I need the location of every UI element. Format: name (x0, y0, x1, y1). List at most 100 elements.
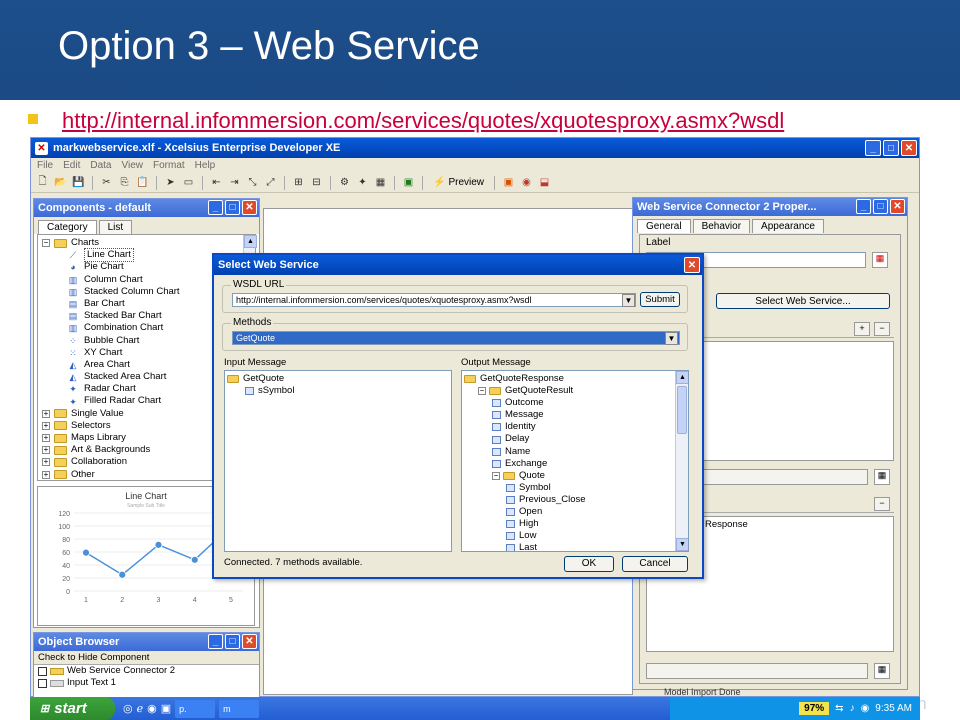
input-node-ssymbol[interactable]: sSymbol (227, 385, 449, 397)
output-node[interactable]: − GetQuoteResult (464, 385, 686, 397)
app-launch-icon[interactable]: ▣ (161, 702, 171, 715)
output-node[interactable]: Identity (464, 421, 686, 433)
ob-close-button[interactable]: ✕ (242, 634, 257, 649)
volume-icon[interactable]: ♪ (850, 703, 855, 714)
paste-icon[interactable]: 📋 (135, 175, 150, 190)
menu-view[interactable]: View (121, 160, 143, 171)
output-node[interactable]: Symbol (464, 482, 686, 494)
menu-file[interactable]: File (37, 160, 53, 171)
minimize-button[interactable]: _ (865, 140, 881, 156)
ob-minimize-button[interactable]: _ (208, 634, 223, 649)
output-node[interactable]: Outcome (464, 397, 686, 409)
expand-icon[interactable]: + (42, 446, 50, 455)
menu-format[interactable]: Format (153, 160, 185, 171)
collapse-icon[interactable]: − (42, 239, 50, 248)
chart-icon[interactable]: ▦ (373, 175, 388, 190)
wsdl-link[interactable]: http://internal.infommersion.com/service… (62, 108, 784, 134)
hide-checkbox[interactable] (38, 678, 47, 688)
expand-icon[interactable]: + (42, 434, 50, 443)
web-service-icon[interactable]: ⚙ (337, 175, 352, 190)
expand-icon[interactable]: + (42, 458, 50, 467)
ob-item[interactable]: Input Text 1 (38, 677, 255, 689)
new-icon[interactable]: 🗋 (35, 175, 50, 190)
components-maximize-button[interactable]: □ (225, 200, 240, 215)
wsc-close-button[interactable]: ✕ (890, 199, 905, 214)
scroll-up-icon[interactable]: ▲ (676, 371, 688, 384)
output-cell-field[interactable] (646, 663, 868, 679)
media-icon[interactable]: ◉ (147, 702, 157, 715)
menu-help[interactable]: Help (195, 160, 216, 171)
network-icon[interactable]: ⇆ (835, 703, 843, 714)
group-icon[interactable]: ⊞ (291, 175, 306, 190)
ok-button[interactable]: OK (564, 556, 614, 572)
cell-select-icon[interactable]: ▦ (874, 469, 890, 485)
tab-general[interactable]: General (637, 219, 691, 233)
input-node-getquote[interactable]: GetQuote (227, 373, 449, 385)
open-icon[interactable]: 📂 (53, 175, 68, 190)
wsdl-dropdown-icon[interactable]: ▼ (622, 294, 635, 307)
ob-item[interactable]: Web Service Connector 2 (38, 665, 255, 677)
cell-select-icon[interactable]: ▦ (872, 252, 888, 268)
scroll-thumb[interactable] (677, 386, 687, 434)
explorer-icon[interactable]: ◎ (123, 702, 133, 715)
cancel-button[interactable]: Cancel (622, 556, 688, 572)
wsdl-url-field[interactable]: http://internal.infommersion.com/service… (232, 293, 636, 307)
output-node[interactable]: Message (464, 409, 686, 421)
resize-icon[interactable]: ⤡ (245, 175, 260, 190)
remove-icon[interactable]: − (874, 322, 890, 336)
input-message-tree[interactable]: GetQuote sSymbol (224, 370, 452, 552)
taskbar-item-xcelsius[interactable]: m (219, 699, 260, 718)
menu-data[interactable]: Data (90, 160, 111, 171)
select-web-service-button[interactable]: Select Web Service... (716, 293, 890, 309)
add-icon[interactable]: + (854, 322, 870, 336)
scroll-up-icon[interactable]: ▲ (244, 235, 257, 248)
hide-checkbox[interactable] (38, 666, 47, 676)
output-node[interactable]: − Quote (464, 470, 686, 482)
start-button[interactable]: ⊞ start (30, 697, 115, 720)
taskbar-item-powerpoint[interactable]: p. (175, 699, 216, 718)
remove-icon[interactable]: − (874, 497, 890, 511)
output-scrollbar[interactable]: ▲ ▼ (675, 371, 688, 551)
ie-icon[interactable]: ℯ (137, 702, 144, 715)
wsc-minimize-button[interactable]: _ (856, 199, 871, 214)
tab-behavior[interactable]: Behavior (692, 219, 751, 233)
pointer-icon[interactable]: ➤ (163, 175, 178, 190)
copy-icon[interactable]: ⎘ (117, 175, 132, 190)
tree-folder-charts[interactable]: − Charts (42, 237, 251, 249)
export-pdf-icon[interactable]: ⬓ (537, 175, 552, 190)
menu-edit[interactable]: Edit (63, 160, 80, 171)
cell-select-icon[interactable]: ▦ (874, 663, 890, 679)
output-node[interactable]: Previous_Close (464, 494, 686, 506)
ob-maximize-button[interactable]: □ (225, 634, 240, 649)
components-minimize-button[interactable]: _ (208, 200, 223, 215)
tab-list[interactable]: List (98, 220, 133, 234)
methods-dropdown-icon[interactable]: ▼ (665, 332, 678, 345)
collapse-icon[interactable]: − (492, 471, 500, 480)
output-node[interactable]: Last (464, 542, 686, 551)
export-swf-icon[interactable]: ▣ (501, 175, 516, 190)
wsc-maximize-button[interactable]: □ (873, 199, 888, 214)
methods-select[interactable]: GetQuote (232, 331, 680, 345)
output-node[interactable]: Exchange (464, 458, 686, 470)
dialog-close-button[interactable]: ✕ (684, 257, 700, 273)
ungroup-icon[interactable]: ⊟ (309, 175, 324, 190)
align-right-icon[interactable]: ⇥ (227, 175, 242, 190)
rectangle-icon[interactable]: ▭ (181, 175, 196, 190)
output-node[interactable]: Open (464, 506, 686, 518)
preview-button[interactable]: ⚡ Preview (429, 177, 488, 188)
save-icon[interactable]: 💾 (71, 175, 86, 190)
tab-appearance[interactable]: Appearance (752, 219, 824, 233)
expand-icon[interactable]: + (42, 409, 50, 418)
resize2-icon[interactable]: ⤢ (263, 175, 278, 190)
output-node[interactable]: GetQuoteResponse (464, 373, 686, 385)
output-node[interactable]: Low (464, 530, 686, 542)
close-button[interactable]: ✕ (901, 140, 917, 156)
output-node[interactable]: Name (464, 446, 686, 458)
bold-icon[interactable]: ✦ (355, 175, 370, 190)
output-node[interactable]: Delay (464, 433, 686, 445)
collapse-icon[interactable]: − (478, 387, 486, 396)
scroll-down-icon[interactable]: ▼ (676, 538, 688, 551)
expand-icon[interactable]: + (42, 421, 50, 430)
tab-category[interactable]: Category (38, 220, 97, 234)
output-node[interactable]: High (464, 518, 686, 530)
